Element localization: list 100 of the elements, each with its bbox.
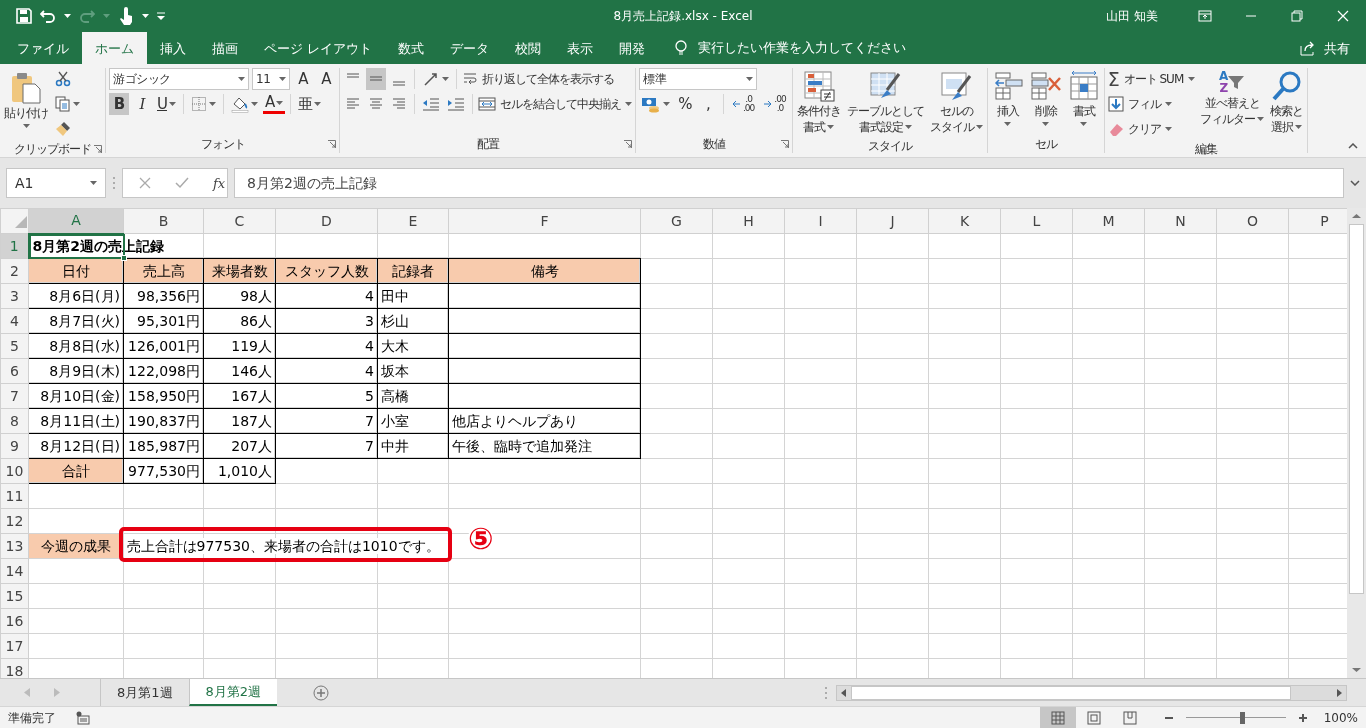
save-icon[interactable] xyxy=(16,8,32,24)
dialog-launcher-icon[interactable] xyxy=(94,145,102,153)
zoom-in-icon[interactable] xyxy=(1297,712,1308,723)
customize-icon[interactable] xyxy=(157,12,165,20)
caret-icon[interactable] xyxy=(238,77,245,81)
ribbon-tab[interactable]: データ xyxy=(437,32,503,64)
funnel-icon[interactable] xyxy=(1227,73,1246,91)
check-icon[interactable] xyxy=(175,177,189,189)
column-header[interactable]: N xyxy=(1144,208,1217,234)
ribbon-tab[interactable]: ホーム xyxy=(82,32,147,64)
ribbon-button[interactable]: 削除 xyxy=(1028,68,1063,128)
ribbon-button[interactable]: 書式 xyxy=(1066,68,1101,128)
caret-icon[interactable] xyxy=(169,102,176,106)
caret-icon[interactable] xyxy=(276,100,284,105)
row-header[interactable]: 7 xyxy=(0,383,29,409)
caret-icon[interactable] xyxy=(1164,102,1172,106)
share-icon[interactable] xyxy=(1300,40,1316,56)
ribbon-button[interactable]: , xyxy=(698,93,718,115)
row-header[interactable]: 16 xyxy=(0,608,29,634)
search-icon[interactable] xyxy=(1270,70,1303,102)
column-header[interactable]: D xyxy=(275,208,378,234)
row-header[interactable]: 17 xyxy=(0,633,29,659)
column-header[interactable]: A xyxy=(28,208,124,234)
ribbon-display-icon[interactable] xyxy=(1198,9,1212,23)
ribbon-button[interactable]: 折り返して全体を表示する xyxy=(462,71,614,87)
ribbon-button[interactable]: I xyxy=(132,93,152,115)
sheet-tab[interactable]: 8月第2週 xyxy=(188,679,278,706)
row-header[interactable]: 6 xyxy=(0,358,29,384)
caret-icon[interactable] xyxy=(1080,121,1088,126)
caret-icon[interactable] xyxy=(251,102,258,106)
ribbon-button[interactable]: % xyxy=(675,93,695,115)
ribbon-button[interactable]: フィル xyxy=(1107,96,1172,112)
ribbon-button[interactable]: 貼り付け xyxy=(3,68,49,130)
ribbon-tab[interactable]: 数式 xyxy=(385,32,438,64)
caret-icon[interactable] xyxy=(64,14,71,18)
ribbon-button[interactable]: A Z 並べ替えと フィルター xyxy=(1199,68,1266,130)
drag-handle-icon[interactable] xyxy=(824,685,828,700)
name-box[interactable]: A1 xyxy=(6,168,106,198)
ribbon-tab[interactable]: 表示 xyxy=(554,32,607,64)
ribbon-tab[interactable]: 挿入 xyxy=(147,32,199,64)
ribbon-tab[interactable]: 校閲 xyxy=(502,32,555,64)
copy-icon[interactable] xyxy=(55,96,71,112)
delete-cells-icon[interactable] xyxy=(1029,70,1062,102)
hand-icon[interactable] xyxy=(118,7,134,25)
fill-down-icon[interactable] xyxy=(1107,96,1124,112)
ribbon-button[interactable]: セルの スタイル xyxy=(928,68,984,138)
column-header[interactable]: H xyxy=(712,208,785,234)
caret-icon[interactable] xyxy=(1164,127,1172,131)
row-header[interactable]: 18 xyxy=(0,658,29,678)
ribbon-button[interactable]: A xyxy=(263,94,286,114)
restore-icon[interactable] xyxy=(1290,9,1304,23)
currency-icon[interactable] xyxy=(641,95,661,113)
caret-icon[interactable] xyxy=(663,102,670,106)
expand-formula-icon[interactable] xyxy=(1350,180,1360,186)
clipboard-icon[interactable] xyxy=(10,70,42,104)
row-header[interactable]: 4 xyxy=(0,308,29,334)
caret-icon[interactable] xyxy=(625,102,632,106)
row-header[interactable]: 10 xyxy=(0,458,29,484)
ribbon-button[interactable] xyxy=(53,93,82,115)
caret-icon[interactable] xyxy=(73,102,80,106)
ribbon-button[interactable]: テーブルとして 書式設定 xyxy=(845,68,925,138)
caret-icon[interactable] xyxy=(22,123,30,128)
dialog-launcher-icon[interactable] xyxy=(624,140,632,148)
caret-icon[interactable] xyxy=(314,102,322,106)
caret-icon[interactable] xyxy=(746,77,753,81)
merge-icon[interactable] xyxy=(478,96,496,112)
orientation-icon[interactable] xyxy=(422,71,440,87)
ribbon-button[interactable]: セルを結合して中央揃え xyxy=(478,96,632,112)
row-header[interactable]: 13 xyxy=(0,533,29,559)
cancel-icon[interactable] xyxy=(139,177,151,189)
column-header[interactable]: F xyxy=(448,208,641,234)
macro-record-icon[interactable] xyxy=(76,710,90,725)
row-header[interactable]: 14 xyxy=(0,558,29,584)
caret-icon[interactable] xyxy=(209,102,216,106)
ribbon-button[interactable]: .00 .0 xyxy=(760,95,789,113)
ribbon-button[interactable]: .0 .00 xyxy=(729,95,758,113)
row-header[interactable]: 2 xyxy=(0,258,29,284)
arrow-right-icon[interactable] xyxy=(763,100,773,108)
fill-handle[interactable] xyxy=(120,255,127,261)
dropdown-field[interactable]: 11 xyxy=(252,68,290,90)
view-button[interactable] xyxy=(1039,707,1076,728)
column-header[interactable]: J xyxy=(856,208,929,234)
format-cells-icon[interactable] xyxy=(1067,70,1100,102)
row-header[interactable]: 8 xyxy=(0,408,29,434)
caret-icon[interactable] xyxy=(442,77,449,81)
dropdown-field[interactable]: 游ゴシック xyxy=(109,68,249,90)
column-header[interactable]: M xyxy=(1072,208,1145,234)
undo-icon[interactable] xyxy=(40,8,56,24)
ribbon-button[interactable]: 挿入 xyxy=(990,68,1025,128)
ribbon-button[interactable]: 検索と 選択 xyxy=(1269,68,1305,138)
caret-icon[interactable] xyxy=(1004,121,1012,126)
drag-handle-icon[interactable] xyxy=(112,176,116,190)
caret-icon[interactable] xyxy=(1188,77,1196,81)
ribbon-button[interactable]: 亜 xyxy=(296,93,324,115)
column-header[interactable]: C xyxy=(203,208,276,234)
dropdown-field[interactable]: 標準 xyxy=(639,68,757,90)
insert-function-button[interactable]: fx xyxy=(213,176,226,190)
ribbon-tab[interactable]: ファイル xyxy=(4,32,82,64)
ribbon-button[interactable]: Σ オート SUM xyxy=(1107,69,1196,89)
close-icon[interactable] xyxy=(1336,9,1350,23)
